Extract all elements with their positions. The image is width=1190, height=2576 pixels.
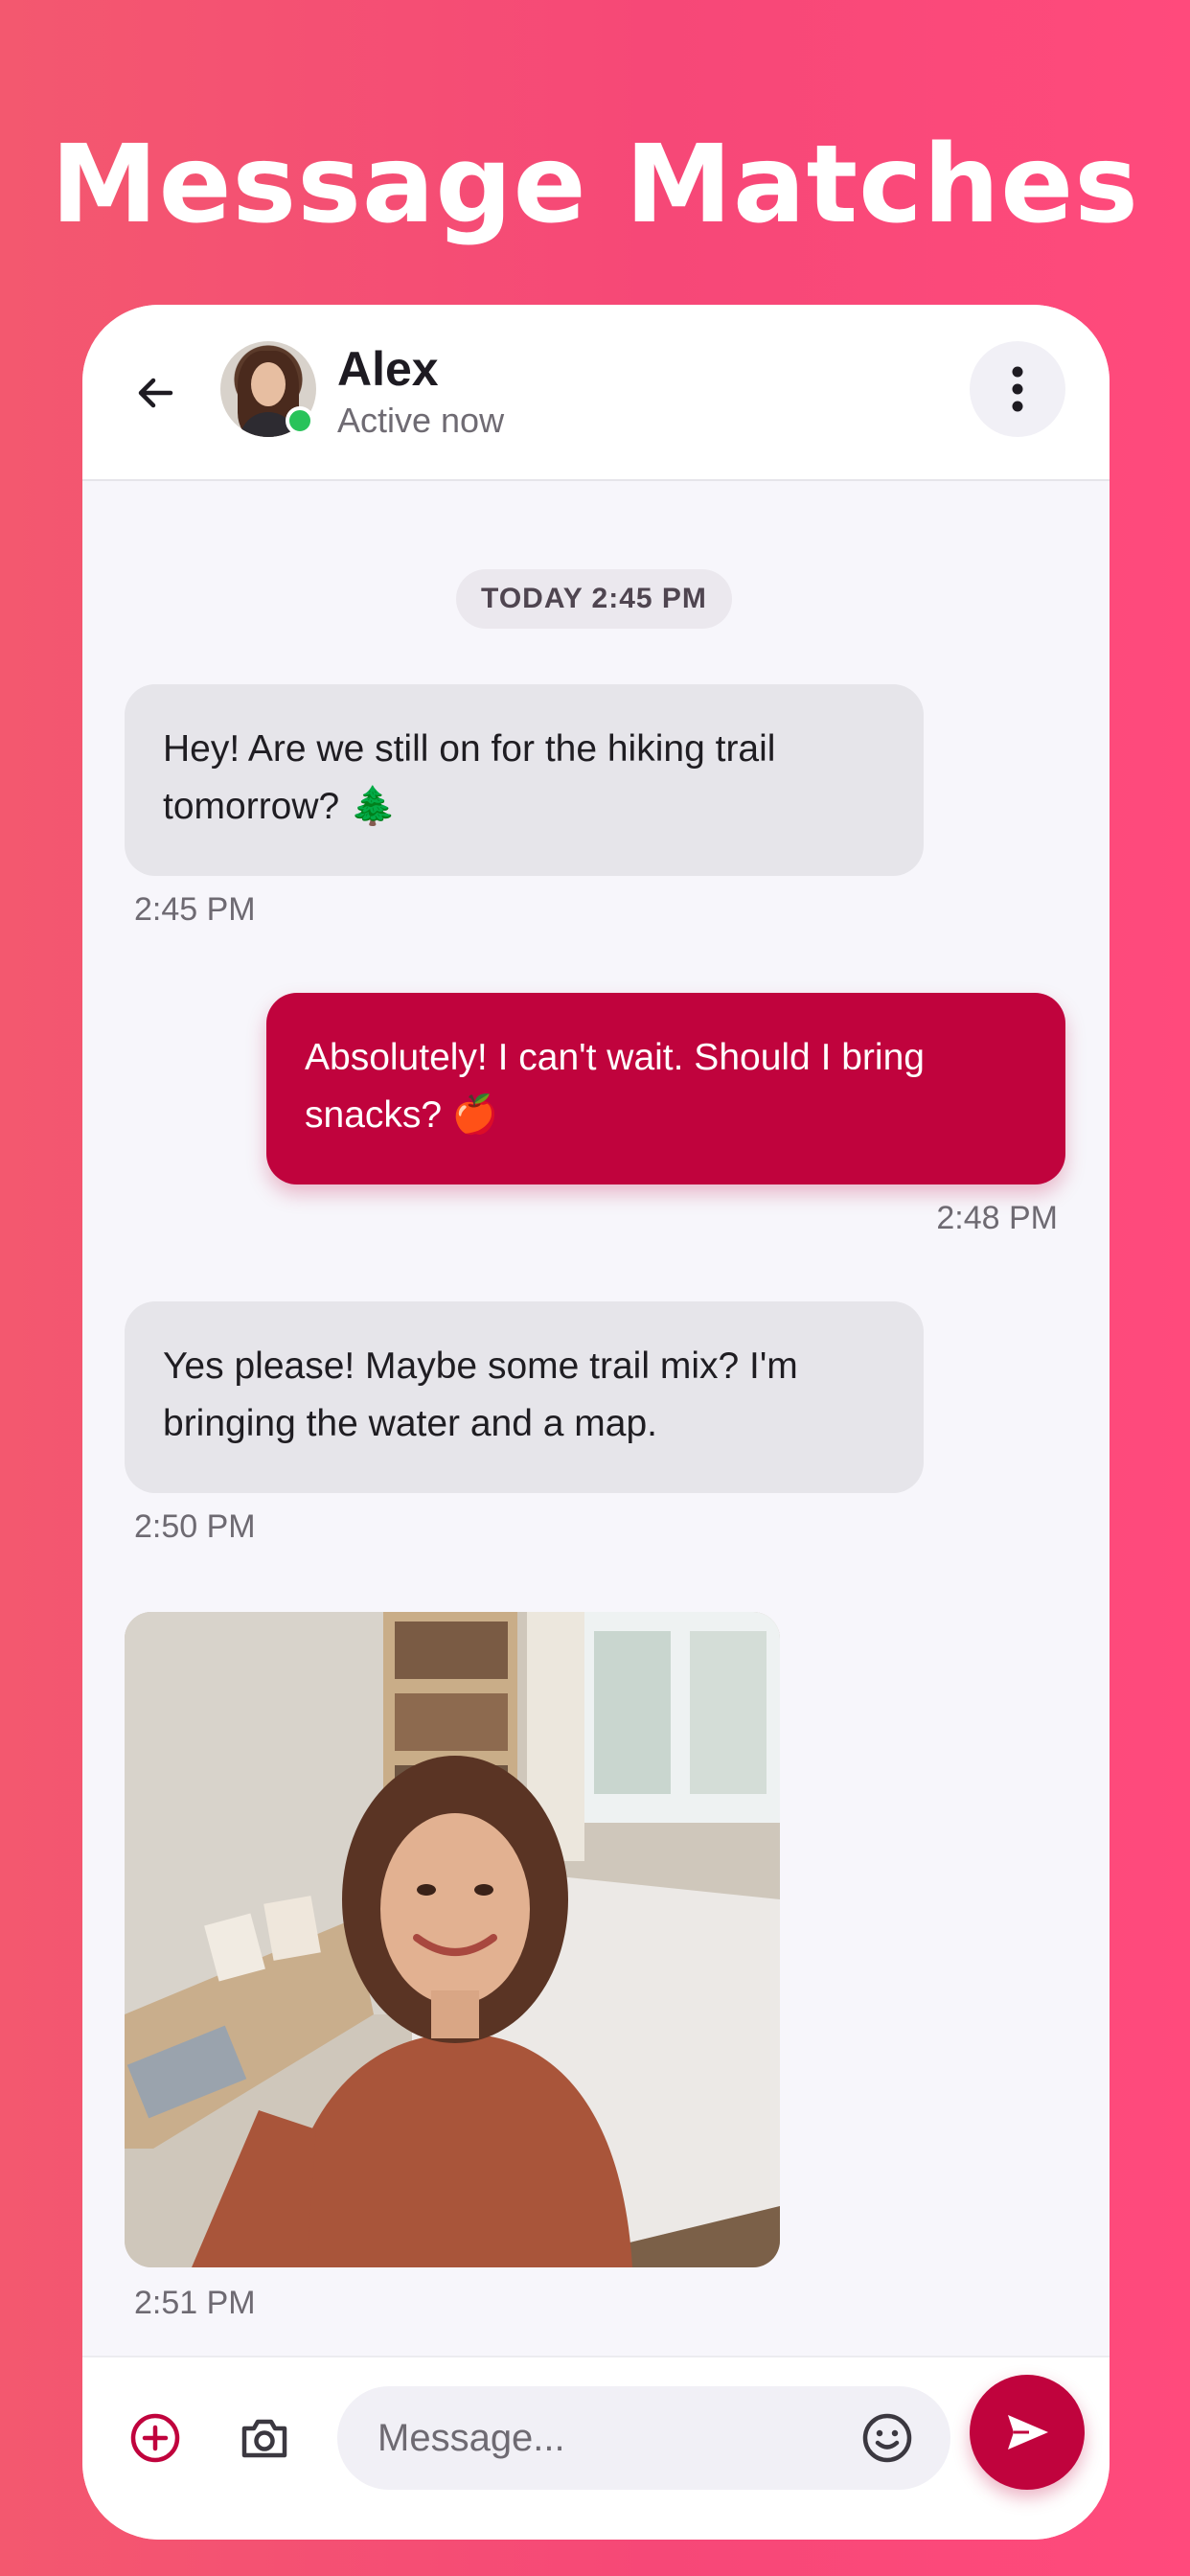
send-button[interactable] — [970, 2375, 1085, 2490]
more-vertical-icon — [1012, 366, 1023, 412]
contact-status: Active now — [337, 401, 505, 440]
message-bubble-incoming[interactable]: Hey! Are we still on for the hiking trai… — [125, 684, 924, 876]
date-separator: TODAY 2:45 PM — [456, 569, 732, 629]
arrow-left-icon — [138, 378, 173, 408]
message-time: 2:51 PM — [134, 2285, 256, 2321]
message-time: 2:50 PM — [134, 1508, 256, 1545]
message-time: 2:45 PM — [134, 891, 256, 928]
back-button[interactable] — [121, 358, 190, 427]
plus-circle-icon — [130, 2413, 180, 2463]
chat-header: Alex Active now — [82, 305, 1110, 481]
contact-name[interactable]: Alex — [337, 341, 439, 397]
chat-screen: Alex Active now TODAY 2:45 PM Hey! Are w… — [82, 305, 1110, 2540]
camera-button[interactable] — [226, 2400, 303, 2476]
message-bubble-outgoing[interactable]: Absolutely! I can't wait. Should I bring… — [266, 993, 1065, 1184]
more-options-button[interactable] — [970, 341, 1065, 437]
message-bubble-incoming[interactable]: Yes please! Maybe some trail mix? I'm br… — [125, 1301, 924, 1493]
smile-icon — [862, 2413, 912, 2463]
send-icon — [1008, 2415, 1048, 2450]
add-attachment-button[interactable] — [117, 2400, 194, 2476]
online-indicator — [286, 406, 314, 435]
message-time: 2:48 PM — [936, 1200, 1058, 1236]
message-composer — [82, 2356, 1110, 2540]
photo-message[interactable] — [125, 1612, 780, 2267]
page-headline: Message Matches — [51, 123, 1139, 247]
selfie-photo — [125, 1612, 780, 2267]
camera-icon — [241, 2419, 287, 2458]
emoji-button[interactable] — [849, 2400, 926, 2476]
